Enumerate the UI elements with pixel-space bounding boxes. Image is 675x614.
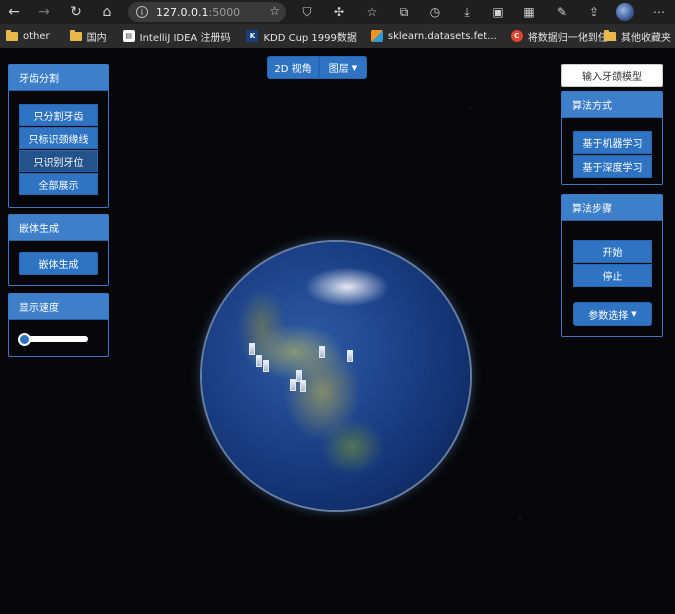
notes-icon[interactable]: ✎ [553, 3, 571, 21]
profile-avatar[interactable] [616, 3, 634, 21]
bookmark-label: 国内 [86, 32, 107, 44]
collections-icon[interactable]: ⧉ [395, 3, 413, 21]
back-arrow-icon[interactable]: ← [4, 2, 24, 22]
view-2d-button[interactable]: 2D 视角 [267, 56, 319, 79]
browser-chrome: ← → ↻ ⌂ i 127.0.0.1:5000 ☆ ⛉ ✣ ☆ ⧉ ◷ ⤓ ▣… [0, 0, 675, 48]
panel-title: 显示速度 [9, 294, 108, 320]
browser-toolbar: ← → ↻ ⌂ i 127.0.0.1:5000 ☆ ⛉ ✣ ☆ ⧉ ◷ ⤓ ▣… [0, 0, 675, 24]
layers-label: 图层 [328, 64, 349, 75]
map-marker[interactable] [249, 343, 255, 355]
deep-learning-button[interactable]: 基于深度学习 [573, 155, 652, 178]
stop-button[interactable]: 停止 [573, 264, 652, 287]
display-speed-panel: 显示速度 [8, 293, 109, 357]
machine-learning-button[interactable]: 基于机器学习 [573, 131, 652, 154]
bookmarks-overflow-chevron-icon[interactable]: › [580, 26, 592, 46]
parameter-select-label: 参数选择 [588, 310, 629, 322]
caret-down-icon: ▼ [631, 310, 637, 318]
parameter-select-dropdown[interactable]: 参数选择 ▼ [573, 302, 652, 326]
reload-icon[interactable]: ↻ [66, 2, 86, 22]
map-marker[interactable] [300, 380, 306, 392]
input-jaw-model-button[interactable]: 输入牙颌模型 [561, 64, 663, 87]
inlay-generation-panel: 嵌体生成 [8, 214, 109, 286]
bookmark-label: other [23, 30, 50, 42]
panel-title: 嵌体生成 [9, 215, 108, 241]
kdd-logo-icon: K [246, 30, 259, 42]
history-icon[interactable]: ◷ [426, 3, 444, 21]
forward-arrow-icon[interactable]: → [34, 2, 54, 22]
folder-icon [604, 29, 616, 41]
generate-inlay-button[interactable]: 嵌体生成 [19, 252, 98, 275]
address-host: 127.0.0.1 [156, 5, 209, 19]
home-icon[interactable]: ⌂ [97, 2, 117, 22]
map-marker[interactable] [256, 355, 262, 367]
map-marker[interactable] [319, 346, 325, 358]
map-marker[interactable] [263, 360, 269, 372]
bookmark-sklearn[interactable]: sklearn.datasets.fet... [367, 26, 501, 46]
folder-icon [69, 29, 82, 41]
download-icon[interactable]: ⤓ [458, 3, 476, 21]
start-button[interactable]: 开始 [573, 240, 652, 263]
address-bar[interactable]: i 127.0.0.1:5000 ☆ [128, 2, 286, 22]
sklearn-logo-icon [370, 30, 383, 42]
bookmark-intellij[interactable]: ▤ IntelliJ IDEA 注册码 [119, 26, 235, 46]
caret-down-icon: ▼ [351, 63, 358, 72]
bookmark-label: sklearn.datasets.fet... [387, 30, 497, 42]
csdn-logo-icon: C [510, 30, 523, 42]
panel-title: 牙齿分割 [9, 65, 108, 91]
show-all-button[interactable]: 全部展示 [19, 173, 98, 195]
address-port: :5000 [208, 5, 241, 19]
bookmark-folder-domestic[interactable]: 国内 [66, 26, 111, 46]
bookmark-folder-other-favorites[interactable]: 其他收藏夹 [600, 26, 675, 46]
apps-icon[interactable]: ▦ [520, 3, 538, 21]
extensions-icon[interactable]: ✣ [330, 3, 348, 21]
more-menu-icon[interactable]: ⋯ [650, 3, 668, 21]
speed-slider-handle[interactable] [18, 333, 31, 346]
map-marker[interactable] [290, 379, 296, 391]
identify-tooth-position-only-button[interactable]: 只识别牙位 [19, 150, 98, 172]
favorite-star-icon[interactable]: ☆ [269, 4, 280, 18]
mark-margin-line-only-button[interactable]: 只标识颈缘线 [19, 127, 98, 149]
bookmark-label: IntelliJ IDEA 注册码 [139, 32, 231, 44]
panel-title: 算法步骤 [562, 195, 662, 221]
bookmark-label: KDD Cup 1999数据 [263, 32, 357, 44]
panel-title: 算法方式 [562, 92, 662, 118]
segment-teeth-only-button[interactable]: 只分割牙齿 [19, 104, 98, 126]
layers-dropdown-button[interactable]: 图层 ▼ [319, 56, 367, 79]
shield-icon[interactable]: ⛉ [298, 3, 316, 21]
bookmark-label: 其他收藏夹 [621, 32, 671, 44]
bookmark-folder-other[interactable]: other [2, 26, 54, 46]
share-icon[interactable]: ⇪ [585, 3, 603, 21]
page-icon: ▤ [122, 30, 135, 42]
map-marker[interactable] [347, 350, 353, 362]
favorites-icon[interactable]: ☆ [363, 3, 381, 21]
bookmarks-bar: other 国内 ▤ IntelliJ IDEA 注册码 K KDD Cup 199… [0, 24, 675, 48]
folder-icon [6, 29, 18, 41]
earth-globe[interactable] [202, 242, 470, 510]
bookmark-kdd[interactable]: K KDD Cup 1999数据 [242, 26, 360, 46]
screenshot-icon[interactable]: ▣ [489, 3, 507, 21]
site-info-icon[interactable]: i [136, 6, 148, 18]
